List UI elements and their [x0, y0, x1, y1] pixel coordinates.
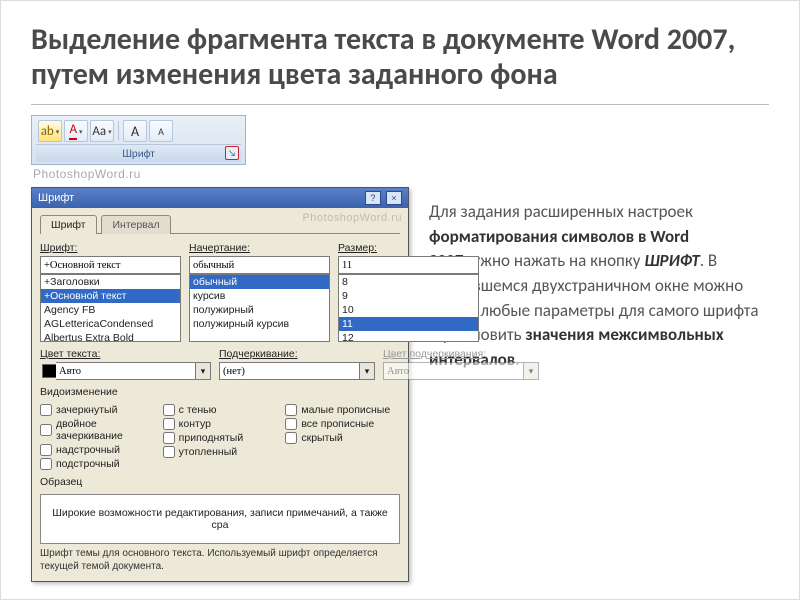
dialog-title: Шрифт [38, 192, 74, 204]
style-input[interactable] [189, 256, 330, 274]
ribbon-group-label: Шрифт [122, 147, 154, 160]
label-underline-color: Цвет подчеркивания: [383, 348, 539, 360]
size-input[interactable] [338, 256, 479, 274]
shrink-font-button[interactable]: A [149, 120, 173, 142]
sample-preview: Широкие возможности редактирования, запи… [40, 494, 400, 544]
grow-font-button[interactable]: A [123, 120, 147, 142]
font-dialog: Шрифт ? × PhotoshopWord.ru Шрифт Интерва… [31, 187, 409, 582]
font-listbox[interactable]: +Заголовки +Основной текст Agency FB AGL… [40, 274, 181, 342]
color-combo[interactable]: ▾ [40, 362, 211, 380]
chk-super[interactable] [40, 444, 52, 456]
dialog-footnote: Шрифт темы для основного текста. Использ… [40, 548, 400, 573]
close-button[interactable]: × [386, 191, 402, 205]
chevron-down-icon: ▾ [359, 362, 375, 380]
chk-strike[interactable] [40, 404, 52, 416]
chk-allcaps[interactable] [285, 418, 297, 430]
underline-combo[interactable]: ▾ [219, 362, 375, 380]
chk-outline[interactable] [163, 418, 175, 430]
slide-title: Выделение фрагмента текста в документе W… [31, 23, 769, 92]
chk-shadow[interactable] [163, 404, 175, 416]
sample-label: Образец [40, 476, 400, 488]
chk-smallcaps[interactable] [285, 404, 297, 416]
size-listbox[interactable]: 8 9 10 11 12 [338, 274, 479, 342]
font-input[interactable] [40, 256, 181, 274]
chevron-down-icon: ▾ [195, 362, 211, 380]
label-size: Размер: [338, 242, 479, 254]
chk-dblstrike[interactable] [40, 424, 52, 436]
label-style: Начертание: [189, 242, 330, 254]
help-button[interactable]: ? [365, 191, 381, 205]
tab-font[interactable]: Шрифт [40, 215, 97, 234]
highlight-color-button[interactable]: ab▾ [38, 120, 62, 142]
font-color-button[interactable]: A▾ [64, 120, 88, 142]
dialog-titlebar: Шрифт ? × [32, 188, 408, 208]
chk-hidden[interactable] [285, 432, 297, 444]
separator [118, 121, 119, 141]
dialog-watermark: PhotoshopWord.ru [302, 212, 402, 224]
label-underline: Подчеркивание: [219, 348, 375, 360]
chevron-down-icon: ▾ [79, 127, 83, 136]
underline-color-combo: ▾ [383, 362, 539, 380]
chk-engrave[interactable] [163, 446, 175, 458]
chevron-down-icon: ▾ [56, 127, 60, 136]
chevron-down-icon: ▾ [108, 127, 112, 136]
chk-emboss[interactable] [163, 432, 175, 444]
change-case-button[interactable]: Aa▾ [90, 120, 114, 142]
dialog-launcher-icon[interactable]: ↘ [225, 146, 239, 160]
style-listbox[interactable]: обычный курсив полужирный полужирный кур… [189, 274, 330, 342]
watermark-text: PhotoshopWord.ru [33, 167, 411, 181]
effects-label: Видоизменение [40, 386, 400, 398]
label-color: Цвет текста: [40, 348, 211, 360]
label-font: Шрифт: [40, 242, 181, 254]
chk-sub[interactable] [40, 458, 52, 470]
ribbon-font-group: ab▾ A▾ Aa▾ A A Шрифт ↘ [31, 115, 246, 165]
title-divider [31, 104, 769, 105]
chevron-down-icon: ▾ [523, 362, 539, 380]
tab-spacing[interactable]: Интервал [101, 215, 170, 234]
